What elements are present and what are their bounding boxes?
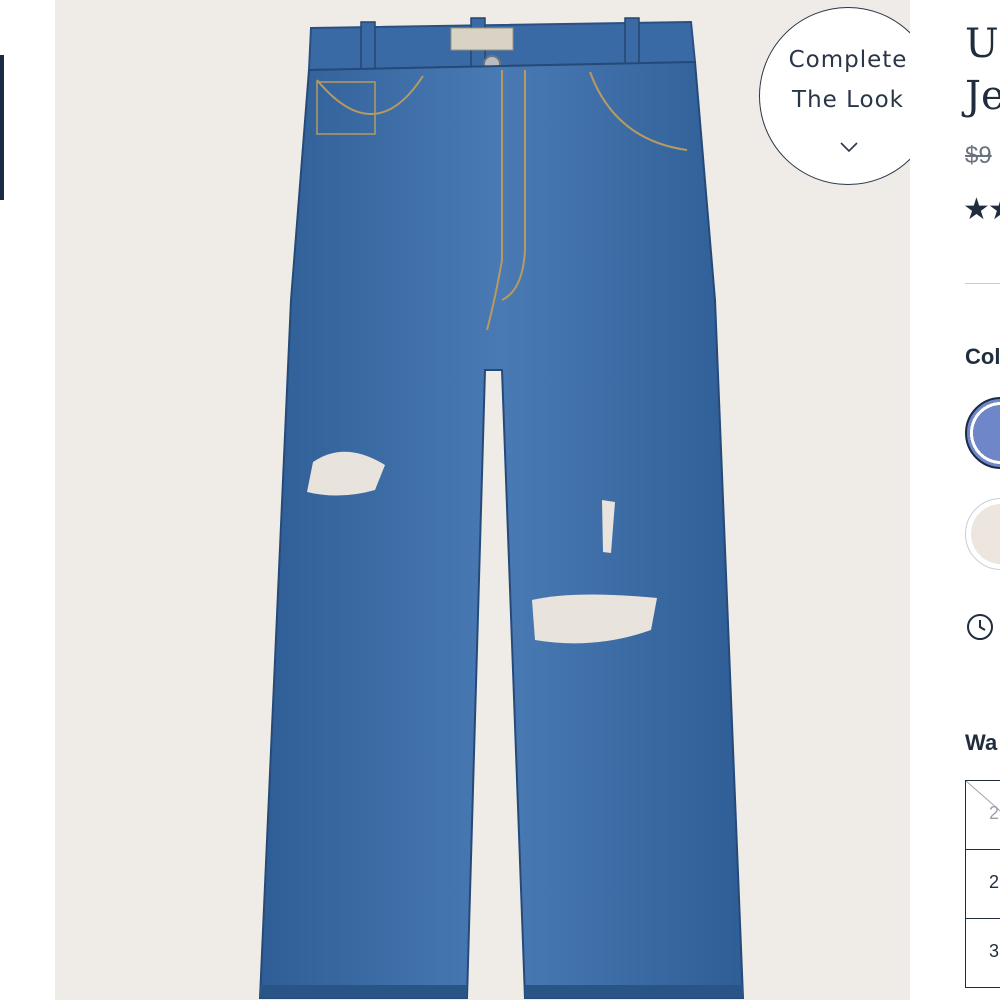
size-option[interactable]: 3 [965, 918, 1000, 988]
rating-stars[interactable]: ★★ [963, 192, 1000, 227]
active-thumbnail-indicator[interactable] [0, 55, 4, 200]
product-image-panel: Complete The Look [55, 0, 910, 1000]
original-price: $9 [965, 142, 992, 169]
size-option[interactable]: 2 [965, 849, 1000, 919]
color-label: Col [965, 344, 1000, 369]
size-option-label: 2 [989, 872, 1000, 892]
thumbnail-strip [0, 0, 55, 1000]
color-swatch-light[interactable] [965, 498, 1000, 570]
product-title: U Je [965, 18, 1000, 122]
size-option-label: 2 [989, 803, 1000, 823]
waist-label: Wa [965, 730, 998, 755]
size-option-label: 3 [989, 941, 1000, 961]
complete-look-label-line1: Complete [788, 47, 908, 73]
chevron-down-icon [840, 142, 858, 153]
clock-icon [967, 614, 993, 640]
color-swatch-blue[interactable] [965, 397, 1000, 469]
complete-look-label-line2: The Look [792, 87, 904, 113]
size-option[interactable]: 2 [965, 780, 1000, 850]
product-title-line2: Je [965, 73, 1000, 119]
product-title-line1: U [965, 21, 999, 67]
product-info-panel: U Je $9 ★★ Col Wa 2 2 3 [910, 0, 1000, 1000]
divider [965, 283, 1000, 284]
